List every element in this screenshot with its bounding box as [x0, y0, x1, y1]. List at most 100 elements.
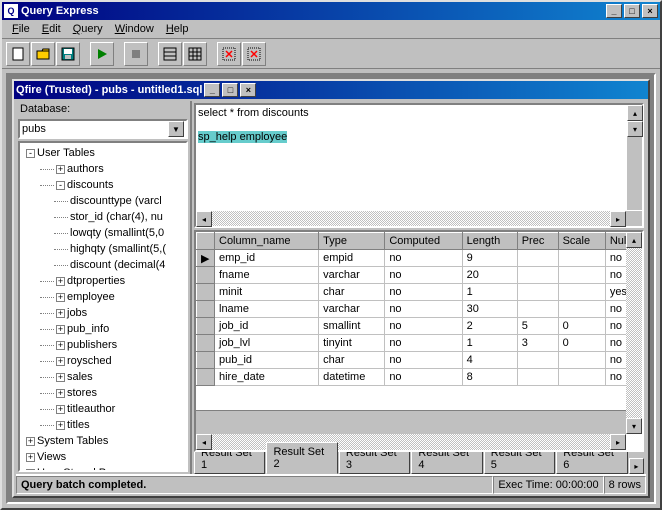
tree-item[interactable]: + authors — [22, 161, 184, 177]
tree-item[interactable]: + publishers — [22, 337, 184, 353]
tree-item[interactable]: highqty (smallint(5,( — [22, 241, 184, 257]
stop-button[interactable] — [124, 42, 148, 66]
cell[interactable]: smallint — [319, 318, 385, 335]
cell[interactable]: char — [319, 284, 385, 301]
cell[interactable]: 8 — [462, 369, 517, 386]
menu-query[interactable]: Query — [67, 21, 109, 37]
query-titlebar[interactable]: Q fire (Trusted) - pubs - untitled1.sql … — [14, 81, 648, 99]
column-header[interactable]: Type — [319, 233, 385, 250]
expand-icon[interactable]: + — [56, 309, 65, 318]
tree-item[interactable]: + System Tables — [22, 433, 184, 449]
results-grid2-button[interactable] — [183, 42, 207, 66]
cell[interactable]: pub_id — [215, 352, 319, 369]
tree-item[interactable]: discounttype (varcl — [22, 193, 184, 209]
table-row[interactable]: minitcharno1yes — [197, 284, 642, 301]
expand-icon[interactable]: + — [56, 405, 65, 414]
query-close-button[interactable]: × — [240, 83, 256, 97]
table-row[interactable]: fnamevarcharno20no — [197, 267, 642, 284]
cell[interactable]: no — [385, 318, 462, 335]
cell[interactable] — [558, 301, 605, 318]
cell[interactable]: lname — [215, 301, 319, 318]
cell[interactable]: 2 — [462, 318, 517, 335]
expand-icon[interactable]: + — [56, 389, 65, 398]
cell[interactable]: char — [319, 352, 385, 369]
cell[interactable] — [558, 284, 605, 301]
expand-icon[interactable]: + — [56, 421, 65, 430]
sql-editor[interactable]: select * from discounts sp_help employee… — [194, 103, 644, 228]
cell[interactable]: no — [385, 335, 462, 352]
cell[interactable] — [558, 352, 605, 369]
cell[interactable]: 0 — [558, 318, 605, 335]
row-header[interactable] — [197, 352, 215, 369]
grid-hscrollbar[interactable]: ◂▸ — [196, 434, 626, 450]
cell[interactable]: minit — [215, 284, 319, 301]
cell[interactable] — [558, 267, 605, 284]
table-row[interactable]: ▶emp_idempidno9no — [197, 250, 642, 267]
cell[interactable] — [558, 369, 605, 386]
cell[interactable]: fname — [215, 267, 319, 284]
cell[interactable]: tinyint — [319, 335, 385, 352]
results-close1-button[interactable] — [217, 42, 241, 66]
row-header[interactable] — [197, 335, 215, 352]
cell[interactable]: no — [385, 267, 462, 284]
cell[interactable]: emp_id — [215, 250, 319, 267]
close-button[interactable]: × — [642, 4, 658, 18]
cell[interactable]: job_id — [215, 318, 319, 335]
expand-icon[interactable]: - — [26, 149, 35, 158]
open-button[interactable] — [31, 42, 55, 66]
expand-icon[interactable]: + — [26, 453, 35, 462]
save-button[interactable] — [56, 42, 80, 66]
row-header[interactable] — [197, 284, 215, 301]
database-dropdown[interactable]: pubs ▼ — [18, 119, 188, 139]
cell[interactable]: no — [385, 250, 462, 267]
cell[interactable]: no — [385, 301, 462, 318]
column-header[interactable]: Computed — [385, 233, 462, 250]
query-maximize-button[interactable]: □ — [222, 83, 238, 97]
cell[interactable] — [517, 369, 558, 386]
editor-vscrollbar[interactable]: ▴▾ — [626, 105, 642, 210]
object-tree[interactable]: - User Tables+ authors- discounts discou… — [18, 141, 188, 472]
cell[interactable]: 30 — [462, 301, 517, 318]
editor-hscrollbar[interactable]: ◂▸ — [196, 210, 642, 226]
cell[interactable] — [517, 352, 558, 369]
table-row[interactable]: hire_datedatetimeno8no — [197, 369, 642, 386]
column-header[interactable]: Prec — [517, 233, 558, 250]
table-row[interactable]: lnamevarcharno30no — [197, 301, 642, 318]
cell[interactable]: 0 — [558, 335, 605, 352]
app-titlebar[interactable]: Q Query Express _ □ × — [2, 2, 660, 20]
minimize-button[interactable]: _ — [606, 4, 622, 18]
tree-item[interactable]: + sales — [22, 369, 184, 385]
tree-item[interactable]: - User Tables — [22, 145, 184, 161]
expand-icon[interactable]: + — [56, 373, 65, 382]
cell[interactable]: 1 — [462, 335, 517, 352]
cell[interactable] — [517, 284, 558, 301]
expand-icon[interactable]: + — [56, 341, 65, 350]
cell[interactable]: job_lvl — [215, 335, 319, 352]
cell[interactable]: varchar — [319, 301, 385, 318]
cell[interactable] — [558, 250, 605, 267]
cell[interactable]: 20 — [462, 267, 517, 284]
new-button[interactable] — [6, 42, 30, 66]
table-row[interactable]: job_idsmallintno250no — [197, 318, 642, 335]
maximize-button[interactable]: □ — [624, 4, 640, 18]
tree-item[interactable]: + titles — [22, 417, 184, 433]
cell[interactable]: 3 — [517, 335, 558, 352]
tree-item[interactable]: + employee — [22, 289, 184, 305]
query-minimize-button[interactable]: _ — [204, 83, 220, 97]
menu-edit[interactable]: Edit — [36, 21, 67, 37]
tree-item[interactable]: + roysched — [22, 353, 184, 369]
menu-help[interactable]: Help — [160, 21, 195, 37]
expand-icon[interactable]: + — [56, 293, 65, 302]
table-row[interactable]: pub_idcharno4no — [197, 352, 642, 369]
result-tab[interactable]: Result Set 2 — [266, 442, 337, 474]
expand-icon[interactable]: + — [26, 469, 35, 473]
tree-item[interactable]: - discounts — [22, 177, 184, 193]
cell[interactable]: 1 — [462, 284, 517, 301]
tree-item[interactable]: stor_id (char(4), nu — [22, 209, 184, 225]
results-close2-button[interactable] — [242, 42, 266, 66]
menu-file[interactable]: File — [6, 21, 36, 37]
row-header[interactable]: ▶ — [197, 250, 215, 267]
tree-item[interactable]: discount (decimal(4 — [22, 257, 184, 273]
cell[interactable]: no — [385, 369, 462, 386]
tree-item[interactable]: + titleauthor — [22, 401, 184, 417]
